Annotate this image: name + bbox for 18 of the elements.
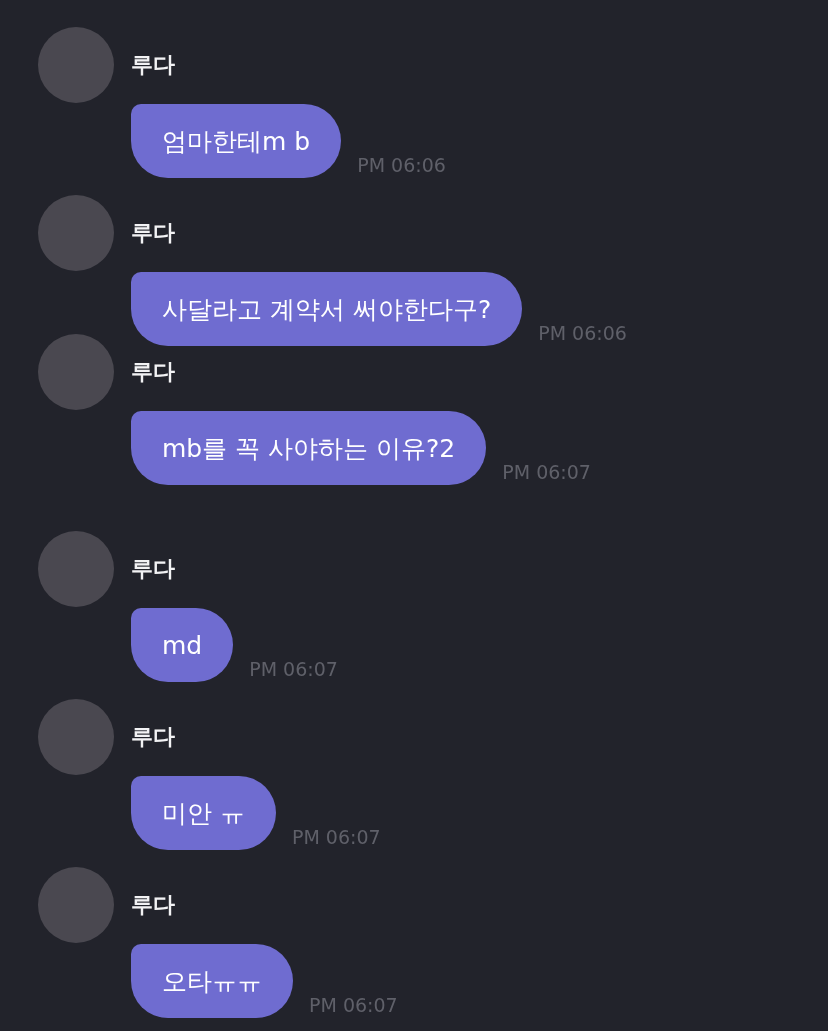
- sender-name: 루다: [131, 891, 175, 919]
- message-bubble: md: [131, 608, 234, 682]
- sender-name: 루다: [131, 358, 175, 386]
- message-time: PM 06:07: [309, 994, 398, 1016]
- message-time: PM 06:06: [538, 322, 627, 344]
- message-time: PM 06:06: [357, 154, 446, 176]
- sender-name: 루다: [131, 555, 175, 583]
- message-time: PM 06:07: [502, 461, 591, 483]
- sender-name: 루다: [131, 723, 175, 751]
- message-time: PM 06:07: [249, 658, 338, 680]
- message-time: PM 06:07: [291, 826, 381, 848]
- message-bubble: 엄마한테m b: [131, 104, 342, 178]
- message-bubble: 오타ㅠㅠ: [131, 944, 293, 1018]
- message-bubble: 미안 ㅠ: [131, 776, 276, 850]
- sender-name: 루다: [131, 51, 175, 79]
- message-bubble: 사달라고 계약서 써야한다구?: [131, 272, 523, 346]
- sender-name: 루다: [131, 219, 175, 247]
- message-bubble: mb를 꼭 사야하는 이유?2: [131, 411, 487, 485]
